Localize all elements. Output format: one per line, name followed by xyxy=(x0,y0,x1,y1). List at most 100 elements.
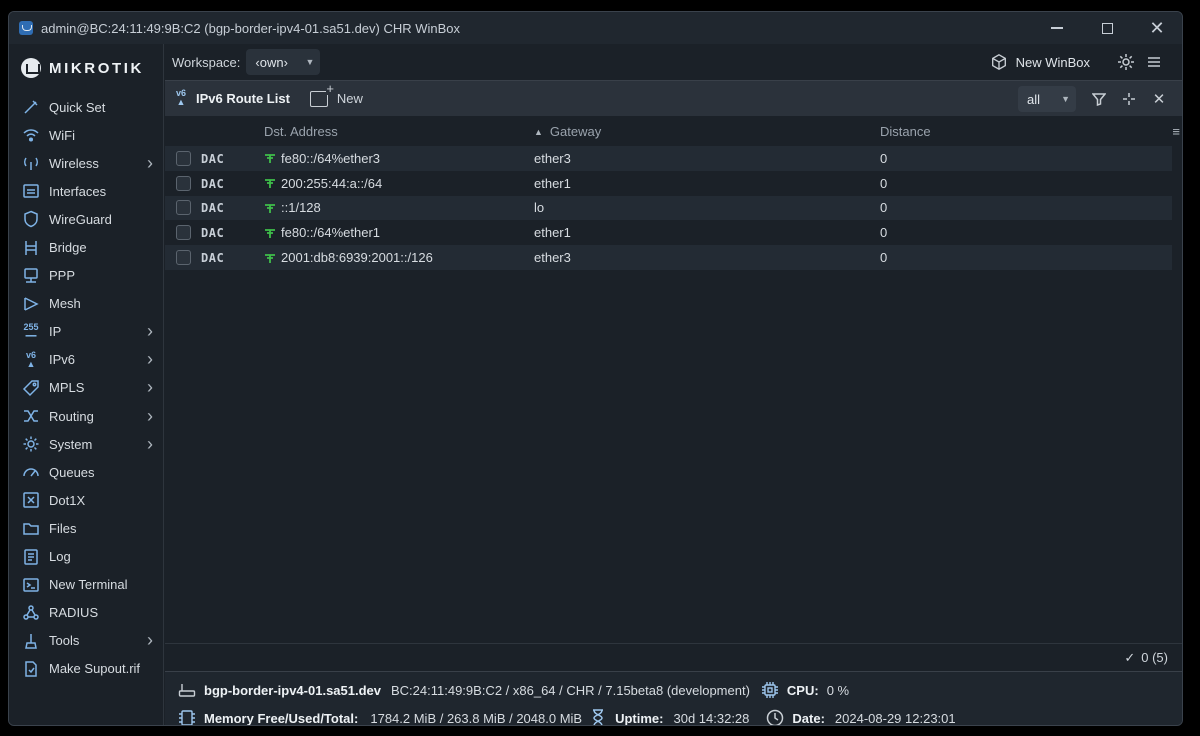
row-checkbox[interactable] xyxy=(175,150,191,166)
maximize-icon xyxy=(1101,22,1113,34)
sidebar-item-label: MPLS xyxy=(49,380,85,396)
panel-controls: all ▼ ✕ xyxy=(1018,81,1174,117)
collapse-button[interactable] xyxy=(1114,86,1144,112)
route-list-header: v6▲ IPv6 Route List New all ▼ ✕ xyxy=(165,80,1182,116)
sidebar-item-wireless[interactable]: Wireless › xyxy=(9,149,163,177)
table-row[interactable]: DAC fe80::/64%ether1 ether1 0 xyxy=(165,220,1172,245)
cpu-value: 0 % xyxy=(826,682,850,698)
supout-icon xyxy=(21,659,41,679)
sidebar-item-files[interactable]: Files xyxy=(9,514,163,542)
add-icon xyxy=(309,82,334,107)
new-winbox-icon[interactable] xyxy=(990,53,1008,71)
row-checkbox[interactable] xyxy=(175,225,191,241)
new-winbox-button[interactable]: New WinBox xyxy=(1016,55,1090,70)
settings-puzzle-icon[interactable] xyxy=(1116,52,1136,72)
workspace-select[interactable]: ‹own› ▼ xyxy=(246,49,321,75)
minimize-button[interactable] xyxy=(1032,12,1082,44)
table-footer: ✓ 0 (5) xyxy=(165,643,1182,671)
uptime-value: 30d 14:32:28 xyxy=(673,710,750,726)
memory-label: Memory Free/Used/Total: xyxy=(204,710,359,726)
sidebar-item-tools[interactable]: Tools › xyxy=(9,627,163,655)
sidebar-item-label: Dot1X xyxy=(49,492,86,508)
panel-title: IPv6 Route List xyxy=(196,91,290,106)
chevron-right-icon: › xyxy=(147,377,153,398)
sidebar-item-wireguard[interactable]: WireGuard xyxy=(9,205,163,233)
close-panel-button[interactable]: ✕ xyxy=(1144,86,1174,112)
sidebar-item-radius[interactable]: RADIUS xyxy=(9,599,163,627)
route-flags: DAC xyxy=(201,251,225,266)
chevron-right-icon: › xyxy=(147,630,153,651)
dst-address: 2001:db8:6939:2001::/126 xyxy=(281,250,433,266)
sidebar-item-ip[interactable]: 255 ━━ IP › xyxy=(9,318,163,346)
sidebar-item-ipv6[interactable]: v6 ▲ IPv6 › xyxy=(9,346,163,374)
sidebar-item-queues[interactable]: Queues xyxy=(9,458,163,486)
sidebar-item-quick-set[interactable]: Quick Set xyxy=(9,93,163,121)
sidebar-item-interfaces[interactable]: Interfaces xyxy=(9,177,163,205)
sidebar-item-label: Queues xyxy=(49,464,95,480)
row-checkbox[interactable] xyxy=(175,175,191,191)
sidebar-item-label: System xyxy=(49,436,93,452)
table-row[interactable]: DAC::1/128 lo 0 xyxy=(165,195,1172,221)
sidebar-item-wifi[interactable]: WiFi xyxy=(9,121,163,149)
column-header-gateway[interactable]: ▲ Gateway xyxy=(534,124,880,139)
sidebar-item-system[interactable]: System › xyxy=(9,430,163,458)
status-bar: bgp-border-ipv4-01.sa51.dev BC:24:11:49:… xyxy=(165,671,1182,725)
sidebar-item-label: Log xyxy=(49,549,71,565)
new-button[interactable]: New xyxy=(309,82,363,107)
sort-ascending-icon: ▲ xyxy=(534,126,543,137)
interfaces-icon xyxy=(21,181,41,201)
gateway-cell: lo xyxy=(534,200,545,216)
memory-icon xyxy=(177,708,197,725)
sidebar-item-new-terminal[interactable]: New Terminal xyxy=(9,571,163,599)
sidebar-item-ppp[interactable]: PPP xyxy=(9,262,163,290)
sidebar-item-routing[interactable]: Routing › xyxy=(9,402,163,430)
sidebar-item-dot1x[interactable]: Dot1X xyxy=(9,486,163,514)
close-button[interactable]: ✕ xyxy=(1132,12,1182,44)
column-header-dst[interactable]: Dst. Address xyxy=(264,124,534,139)
close-icon: ✕ xyxy=(1152,91,1166,108)
mpls-icon xyxy=(21,378,41,398)
row-checkbox[interactable] xyxy=(175,250,191,266)
filter-select[interactable]: all ▼ xyxy=(1018,86,1076,112)
hourglass-icon xyxy=(588,708,608,725)
table-header: Dst. Address ▲ Gateway Distance ≡ xyxy=(165,116,1180,146)
wireless-icon xyxy=(21,153,41,173)
table-row[interactable]: DAC 2001:db8:6939:2001::/126 ether3 0 xyxy=(165,245,1172,270)
date-value: 2024-08-29 12:23:01 xyxy=(834,710,956,726)
sidebar-item-bridge[interactable]: Bridge xyxy=(9,233,163,261)
cpu-icon xyxy=(760,680,780,700)
sidebar-item-log[interactable]: Log xyxy=(9,543,163,571)
gateway-cell: ether3 xyxy=(534,250,571,266)
sidebar-item-label: Make Supout.rif xyxy=(49,661,141,677)
route-flags: DAC xyxy=(201,226,225,241)
chevron-right-icon: › xyxy=(147,405,153,426)
chevron-right-icon: › xyxy=(147,349,153,370)
table-row[interactable]: DAC 200:255:44:a::/64 ether1 0 xyxy=(165,171,1172,196)
route-icon xyxy=(265,154,275,164)
route-icon xyxy=(265,253,275,263)
sidebar-item-make-supout-rif[interactable]: Make Supout.rif xyxy=(9,655,163,683)
quick-set-icon xyxy=(21,97,41,117)
status-details: BC:24:11:49:9B:C2 / x86_64 / CHR / 7.15b… xyxy=(391,682,750,698)
date-label: Date: xyxy=(792,710,825,726)
sidebar-item-label: IP xyxy=(49,324,62,340)
filter-button[interactable] xyxy=(1084,86,1114,112)
chevron-right-icon: › xyxy=(147,152,153,173)
title-bar[interactable]: admin@BC:24:11:49:9B:C2 (bgp-border-ipv4… xyxy=(9,12,1182,44)
new-button-label: New xyxy=(336,91,363,106)
route-flags: DAC xyxy=(201,201,225,216)
table-row[interactable]: DAC fe80::/64%ether3 ether3 0 xyxy=(165,146,1172,171)
dst-address: fe80::/64%ether1 xyxy=(281,225,381,241)
hamburger-menu-icon[interactable] xyxy=(1144,52,1164,72)
cpu-label: CPU: xyxy=(786,682,819,698)
maximize-button[interactable] xyxy=(1082,12,1132,44)
row-checkbox[interactable] xyxy=(175,200,191,216)
sidebar-item-mpls[interactable]: MPLS › xyxy=(9,374,163,402)
sidebar-item-label: IPv6 xyxy=(49,352,76,368)
bridge-icon xyxy=(21,238,41,258)
window-controls: ✕ xyxy=(1032,12,1182,44)
column-header-distance[interactable]: Distance xyxy=(880,124,1172,139)
column-menu-icon[interactable]: ≡ xyxy=(1172,124,1180,139)
ipv6-icon: v6 ▲ xyxy=(175,87,186,107)
sidebar-item-mesh[interactable]: Mesh xyxy=(9,290,163,318)
